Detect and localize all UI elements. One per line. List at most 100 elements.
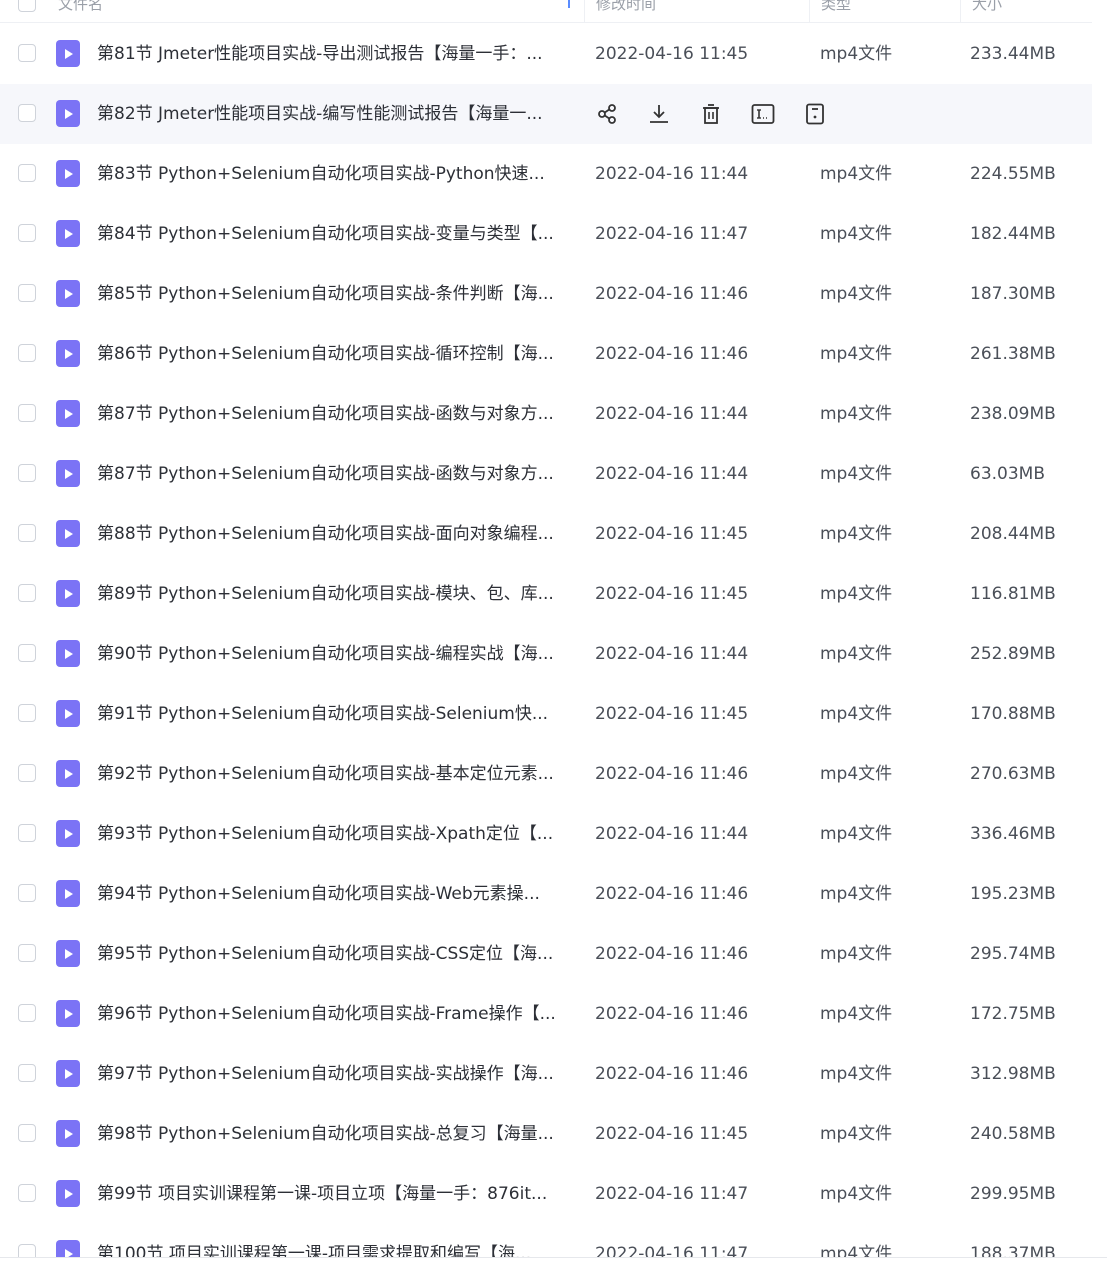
video-file-icon: [56, 1120, 80, 1147]
table-row[interactable]: 第82节 Jmeter性能项目实战-编写性能测试报告【海量一...: [0, 84, 1092, 144]
file-type: mp4文件: [820, 164, 893, 184]
header-size-cell[interactable]: 大小: [961, 0, 1091, 22]
modified-time: 2022-04-16 11:46: [595, 1064, 749, 1084]
video-file-icon: [56, 580, 80, 607]
modified-time: 2022-04-16 11:46: [595, 284, 749, 304]
row-checkbox[interactable]: [18, 1064, 36, 1082]
table-row[interactable]: 第96节 Python+Selenium自动化项目实战-Frame操作【... 2…: [0, 984, 1092, 1044]
table-row[interactable]: 第94节 Python+Selenium自动化项目实战-Web元素操... 202…: [0, 864, 1092, 924]
select-all-checkbox[interactable]: [18, 0, 36, 12]
video-file-icon: [56, 520, 80, 547]
header-time-cell[interactable]: 修改时间: [585, 0, 809, 22]
row-checkbox[interactable]: [18, 1124, 36, 1142]
delete-icon[interactable]: [699, 102, 723, 126]
file-type: mp4文件: [820, 1064, 893, 1084]
row-checkbox[interactable]: [18, 884, 36, 902]
table-row[interactable]: 第89节 Python+Selenium自动化项目实战-模块、包、库... 202…: [0, 564, 1092, 624]
file-name[interactable]: 第94节 Python+Selenium自动化项目实战-Web元素操...: [97, 864, 575, 924]
row-checkbox[interactable]: [18, 464, 36, 482]
table-row[interactable]: 第88节 Python+Selenium自动化项目实战-面向对象编程... 202…: [0, 504, 1092, 564]
file-name[interactable]: 第86节 Python+Selenium自动化项目实战-循环控制【海...: [97, 324, 575, 384]
row-checkbox[interactable]: [18, 224, 36, 242]
play-icon: [65, 888, 73, 899]
table-row[interactable]: 第91节 Python+Selenium自动化项目实战-Selenium快...…: [0, 684, 1092, 744]
table-row[interactable]: 第83节 Python+Selenium自动化项目实战-Python快速... 2…: [0, 144, 1092, 204]
modified-time: 2022-04-16 11:46: [595, 764, 749, 784]
row-checkbox[interactable]: [18, 1004, 36, 1022]
play-icon: [65, 828, 73, 839]
row-checkbox[interactable]: [18, 824, 36, 842]
row-checkbox[interactable]: [18, 524, 36, 542]
file-name[interactable]: 第83节 Python+Selenium自动化项目实战-Python快速...: [97, 144, 575, 204]
file-name[interactable]: 第90节 Python+Selenium自动化项目实战-编程实战【海...: [97, 624, 575, 684]
file-name[interactable]: 第82节 Jmeter性能项目实战-编写性能测试报告【海量一...: [97, 84, 575, 144]
table-row[interactable]: 第99节 项目实训课程第一课-项目立项【海量一手：876it... 2022-04…: [0, 1164, 1092, 1224]
file-type: mp4文件: [820, 464, 893, 484]
row-checkbox[interactable]: [18, 584, 36, 602]
modified-time: 2022-04-16 11:44: [595, 164, 749, 184]
file-type: mp4文件: [820, 404, 893, 424]
play-icon: [65, 648, 73, 659]
table-row[interactable]: 第93节 Python+Selenium自动化项目实战-Xpath定位【... 2…: [0, 804, 1092, 864]
table-row[interactable]: 第81节 Jmeter性能项目实战-导出测试报告【海量一手：... 2022-04…: [0, 24, 1092, 84]
file-name[interactable]: 第89节 Python+Selenium自动化项目实战-模块、包、库...: [97, 564, 575, 624]
file-size: 172.75MB: [970, 1004, 1056, 1024]
more-file-icon[interactable]: [803, 102, 827, 126]
play-icon: [65, 408, 73, 419]
table-row[interactable]: 第95节 Python+Selenium自动化项目实战-CSS定位【海... 20…: [0, 924, 1092, 984]
row-checkbox[interactable]: [18, 44, 36, 62]
table-row[interactable]: 第90节 Python+Selenium自动化项目实战-编程实战【海... 202…: [0, 624, 1092, 684]
download-icon[interactable]: [647, 102, 671, 126]
file-name[interactable]: 第87节 Python+Selenium自动化项目实战-函数与对象方...: [97, 384, 575, 444]
video-file-icon: [56, 940, 80, 967]
table-row[interactable]: 第85节 Python+Selenium自动化项目实战-条件判断【海... 202…: [0, 264, 1092, 324]
play-icon: [65, 108, 73, 119]
play-icon: [65, 1128, 73, 1139]
play-icon: [65, 288, 73, 299]
file-size: 170.88MB: [970, 704, 1056, 724]
sort-indicator-icon: [568, 0, 570, 8]
row-checkbox[interactable]: [18, 284, 36, 302]
header-name-cell[interactable]: 文件名: [0, 0, 584, 22]
file-name[interactable]: 第85节 Python+Selenium自动化项目实战-条件判断【海...: [97, 264, 575, 324]
file-name[interactable]: 第96节 Python+Selenium自动化项目实战-Frame操作【...: [97, 984, 575, 1044]
file-name[interactable]: 第91节 Python+Selenium自动化项目实战-Selenium快...: [97, 684, 575, 744]
header-type-cell[interactable]: 类型: [810, 0, 960, 22]
file-name[interactable]: 第81节 Jmeter性能项目实战-导出测试报告【海量一手：...: [97, 24, 575, 84]
file-name[interactable]: 第93节 Python+Selenium自动化项目实战-Xpath定位【...: [97, 804, 575, 864]
row-checkbox[interactable]: [18, 644, 36, 662]
row-checkbox[interactable]: [18, 164, 36, 182]
table-row[interactable]: 第92节 Python+Selenium自动化项目实战-基本定位元素... 202…: [0, 744, 1092, 804]
table-row[interactable]: 第87节 Python+Selenium自动化项目实战-函数与对象方... 202…: [0, 384, 1092, 444]
file-name[interactable]: 第87节 Python+Selenium自动化项目实战-函数与对象方...: [97, 444, 575, 504]
row-checkbox[interactable]: [18, 1184, 36, 1202]
file-name[interactable]: 第92节 Python+Selenium自动化项目实战-基本定位元素...: [97, 744, 575, 804]
play-icon: [65, 1188, 73, 1199]
file-name[interactable]: 第84节 Python+Selenium自动化项目实战-变量与类型【...: [97, 204, 575, 264]
rename-icon[interactable]: [751, 102, 775, 126]
row-checkbox[interactable]: [18, 344, 36, 362]
video-file-icon: [56, 40, 80, 67]
row-checkbox[interactable]: [18, 944, 36, 962]
table-row[interactable]: 第86节 Python+Selenium自动化项目实战-循环控制【海... 202…: [0, 324, 1092, 384]
file-name[interactable]: 第88节 Python+Selenium自动化项目实战-面向对象编程...: [97, 504, 575, 564]
file-type: mp4文件: [820, 1004, 893, 1024]
row-checkbox[interactable]: [18, 764, 36, 782]
row-checkbox[interactable]: [18, 404, 36, 422]
share-icon[interactable]: [595, 102, 619, 126]
file-type: mp4文件: [820, 824, 893, 844]
file-size: 224.55MB: [970, 164, 1056, 184]
file-name[interactable]: 第99节 项目实训课程第一课-项目立项【海量一手：876it...: [97, 1164, 575, 1224]
file-name[interactable]: 第97节 Python+Selenium自动化项目实战-实战操作【海...: [97, 1044, 575, 1104]
row-checkbox[interactable]: [18, 104, 36, 122]
video-file-icon: [56, 160, 80, 187]
header-size-label: 大小: [972, 0, 1003, 13]
file-name[interactable]: 第98节 Python+Selenium自动化项目实战-总复习【海量...: [97, 1104, 575, 1164]
row-checkbox[interactable]: [18, 704, 36, 722]
file-name[interactable]: 第95节 Python+Selenium自动化项目实战-CSS定位【海...: [97, 924, 575, 984]
file-size: 116.81MB: [970, 584, 1056, 604]
table-row[interactable]: 第84节 Python+Selenium自动化项目实战-变量与类型【... 202…: [0, 204, 1092, 264]
table-row[interactable]: 第98节 Python+Selenium自动化项目实战-总复习【海量... 202…: [0, 1104, 1092, 1164]
table-row[interactable]: 第97节 Python+Selenium自动化项目实战-实战操作【海... 202…: [0, 1044, 1092, 1104]
table-row[interactable]: 第87节 Python+Selenium自动化项目实战-函数与对象方... 202…: [0, 444, 1092, 504]
